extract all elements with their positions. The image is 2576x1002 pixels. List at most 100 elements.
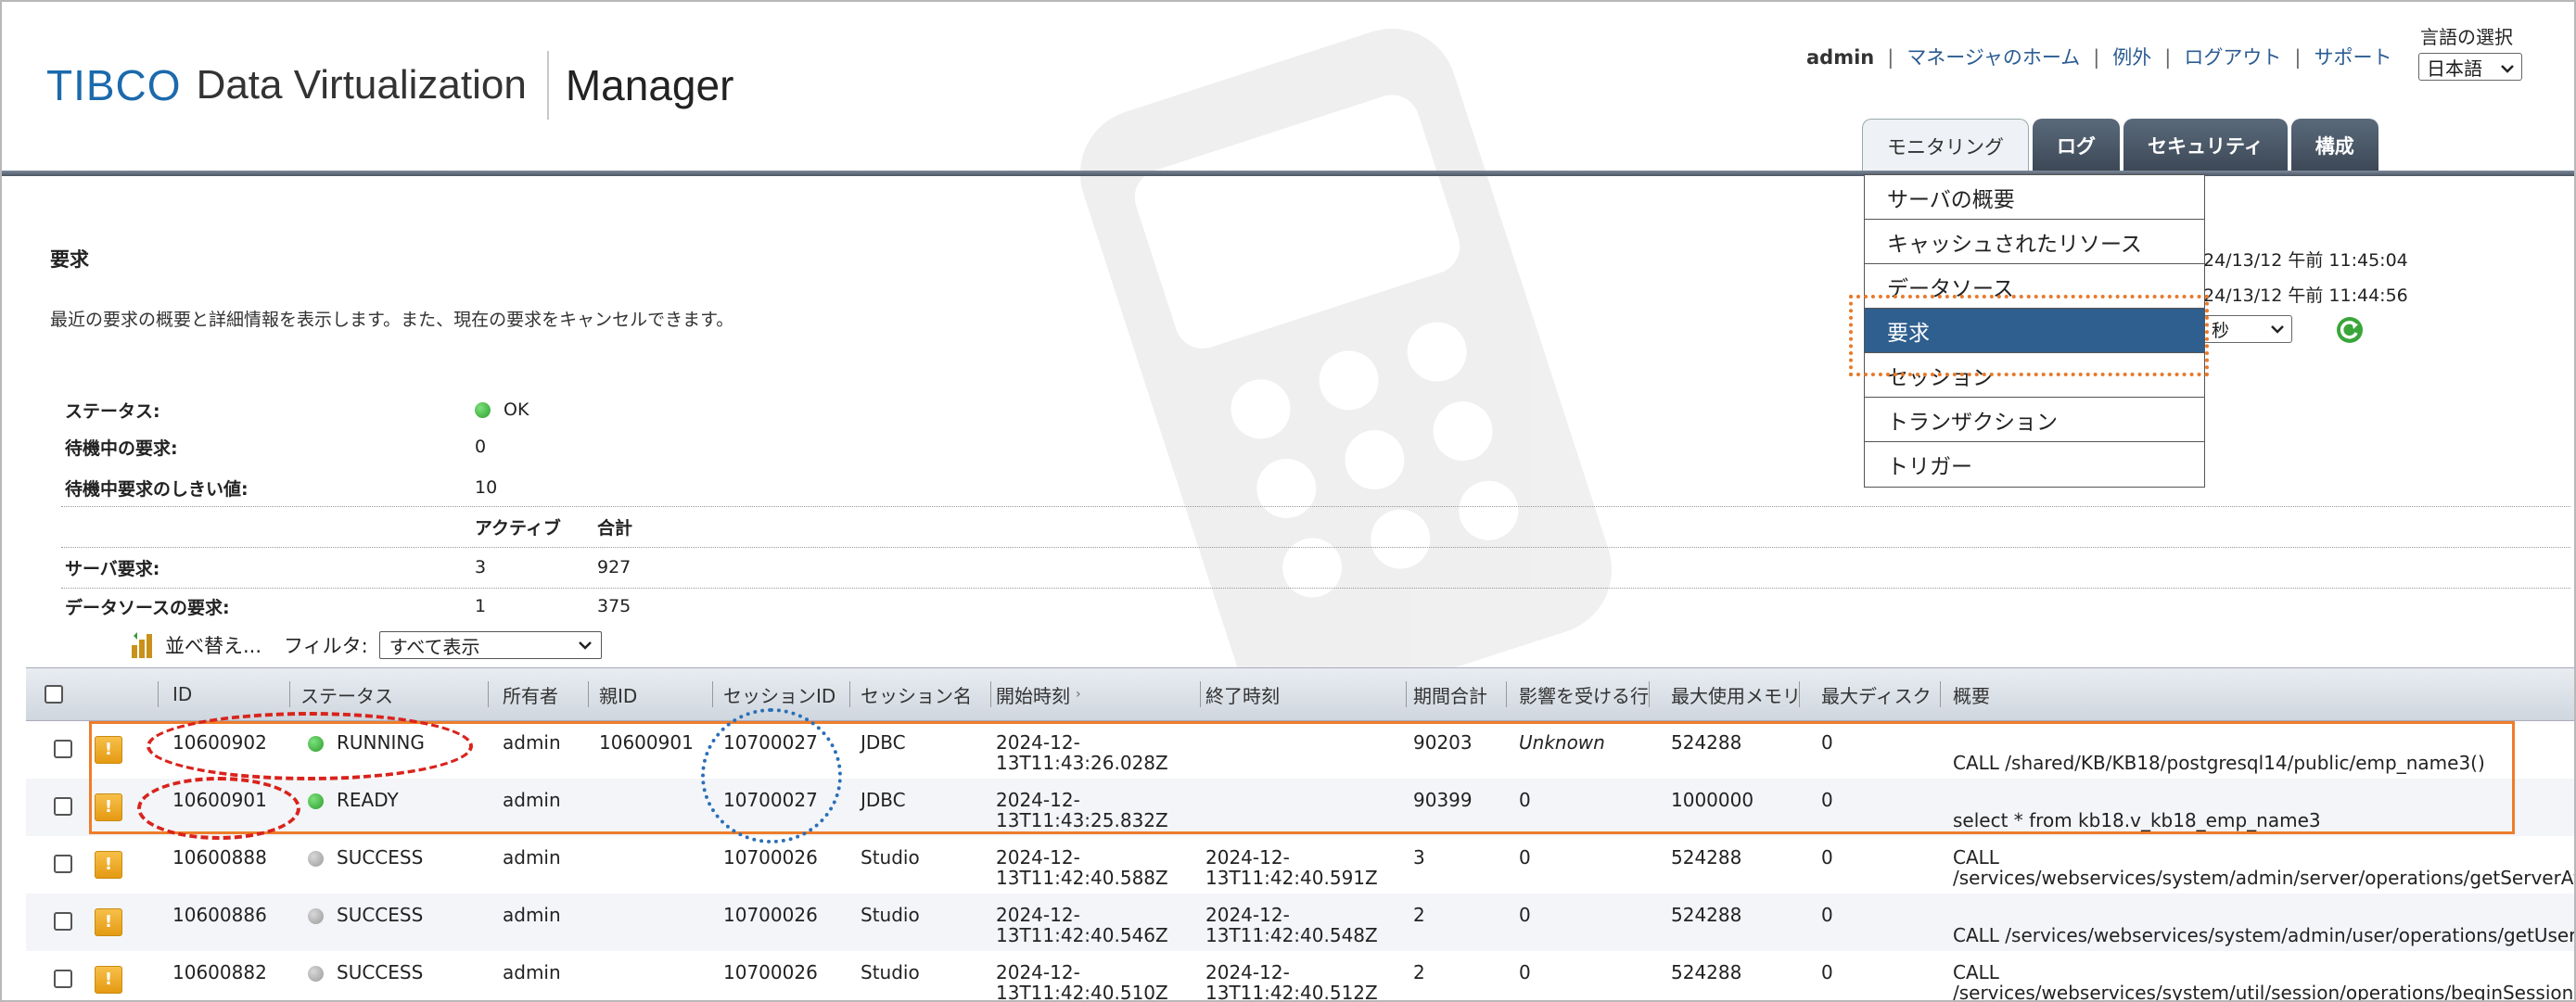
cell-status: SUCCESS bbox=[308, 905, 423, 925]
chevron-down-icon bbox=[2271, 325, 2284, 334]
menu-item-transactions[interactable]: トランザクション bbox=[1865, 398, 2204, 442]
cell-duration: 2 bbox=[1413, 961, 1425, 983]
column-header-end-time[interactable]: 終了時刻 bbox=[1205, 668, 1280, 720]
chevron-down-icon bbox=[2501, 56, 2514, 78]
refresh-interval-select[interactable]: 秒 bbox=[2203, 315, 2292, 343]
total-header: 合計 bbox=[597, 517, 633, 539]
language-value: 日本語 bbox=[2427, 57, 2482, 80]
language-label: 言語の選択 bbox=[2420, 26, 2513, 48]
support-link[interactable]: サポート bbox=[2314, 46, 2391, 69]
sort-icon[interactable] bbox=[128, 630, 159, 660]
server-requests-label: サーバ要求: bbox=[65, 558, 160, 579]
request-detail-icon[interactable]: ! bbox=[95, 966, 122, 994]
menu-item-server-overview[interactable]: サーバの概要 bbox=[1865, 175, 2204, 220]
table-row[interactable]: ! 10600888 admin 10700026 Studio 3 0 524288 0 SUC… bbox=[26, 836, 2574, 894]
column-header-duration[interactable]: 期間合計 bbox=[1413, 668, 1487, 720]
tab-monitoring[interactable]: モニタリング bbox=[1862, 119, 2029, 173]
cell-start-time: 2024-12- 13T11:42:40.588Z bbox=[996, 846, 1168, 889]
logout-link[interactable]: ログアウト bbox=[2184, 46, 2281, 69]
row-checkbox[interactable] bbox=[54, 855, 72, 873]
cell-session-id: 10700026 bbox=[723, 904, 818, 926]
refresh-icon[interactable] bbox=[2335, 315, 2365, 345]
menu-item-triggers[interactable]: トリガー bbox=[1865, 442, 2204, 487]
status-dot-icon bbox=[308, 966, 324, 982]
row-checkbox[interactable] bbox=[54, 797, 72, 816]
table-row[interactable]: ! 10600882 admin 10700026 Studio 2 0 524288 0 SUC… bbox=[26, 951, 2574, 1002]
server-requests-total: 927 bbox=[597, 557, 631, 577]
cell-owner: admin bbox=[503, 961, 561, 983]
cell-affected-rows: 0 bbox=[1519, 904, 1531, 926]
row-checkbox[interactable] bbox=[54, 970, 72, 988]
threshold-value: 10 bbox=[475, 477, 498, 498]
status-dot-icon bbox=[308, 851, 324, 867]
cell-end-time: 2024-12- 13T11:42:40.548Z bbox=[1205, 904, 1378, 946]
server-requests-active: 3 bbox=[475, 557, 487, 577]
page-title: 要求 bbox=[50, 248, 89, 271]
waiting-value: 0 bbox=[475, 437, 487, 457]
column-header-id[interactable]: ID bbox=[172, 668, 192, 720]
cell-session-name: Studio bbox=[861, 961, 920, 983]
cell-duration: 2 bbox=[1413, 904, 1425, 926]
tab-configuration[interactable]: 構成 bbox=[2290, 119, 2378, 172]
datasource-requests-active: 1 bbox=[475, 596, 487, 616]
logo-divider bbox=[546, 51, 549, 120]
session-id-highlight-annotation bbox=[701, 708, 842, 843]
tibco-logo: TIBCO bbox=[46, 61, 182, 109]
request-detail-icon[interactable]: ! bbox=[95, 908, 122, 936]
cell-session-id: 10700026 bbox=[723, 846, 818, 869]
id-status-highlight-annotation bbox=[147, 712, 473, 780]
status-ok-icon bbox=[475, 402, 491, 418]
cell-status: SUCCESS bbox=[308, 847, 423, 868]
tab-security[interactable]: セキュリティ bbox=[2123, 119, 2288, 172]
cell-duration: 3 bbox=[1413, 846, 1425, 869]
row-checkbox[interactable] bbox=[54, 912, 72, 931]
cell-summary: CALL/services/webservices/system/util/se… bbox=[1953, 961, 2574, 1002]
language-select[interactable]: 日本語 bbox=[2418, 53, 2522, 81]
request-detail-icon[interactable]: ! bbox=[95, 851, 122, 879]
cell-owner: admin bbox=[503, 846, 561, 869]
select-all-checkbox[interactable] bbox=[45, 685, 63, 704]
sort-button[interactable]: 並べ替え... bbox=[165, 631, 261, 659]
divider bbox=[61, 506, 2570, 507]
current-user: admin bbox=[1806, 46, 1875, 69]
app-logo: TIBCO Data Virtualization Manager bbox=[46, 51, 733, 120]
column-header-owner[interactable]: 所有者 bbox=[503, 668, 558, 720]
exceptions-link[interactable]: 例外 bbox=[2112, 46, 2151, 69]
column-header-max-disk[interactable]: 最大ディスク bbox=[1821, 668, 1932, 720]
cell-session-name: Studio bbox=[861, 904, 920, 926]
column-header-start-time[interactable]: 開始時刻 › bbox=[996, 668, 1081, 720]
menu-item-cached-resources[interactable]: キャッシュされたリソース bbox=[1865, 220, 2204, 264]
cell-max-memory: 524288 bbox=[1671, 846, 1742, 869]
cell-affected-rows: 0 bbox=[1519, 846, 1531, 869]
counts-header-row: アクティブ 合計 bbox=[61, 508, 2570, 545]
cell-session-id: 10700026 bbox=[723, 961, 818, 983]
cell-id: 10600888 bbox=[172, 846, 267, 869]
table-row[interactable]: ! 10600886 admin 10700026 Studio 2 0 524288 0 SUC… bbox=[26, 894, 2574, 951]
refresh-interval-value: 秒 bbox=[2212, 320, 2230, 341]
cell-max-disk: 0 bbox=[1821, 904, 1833, 926]
divider bbox=[61, 547, 2570, 548]
top-nav-links: admin | マネージャのホーム | 例外 | ログアウト | サポート bbox=[1806, 46, 2392, 69]
cell-max-memory: 524288 bbox=[1671, 904, 1742, 926]
cell-id: 10600882 bbox=[172, 961, 267, 983]
app-frame: TIBCO Data Virtualization Manager admin |… bbox=[0, 0, 2576, 1002]
cell-session-name: Studio bbox=[861, 846, 920, 869]
row-checkbox[interactable] bbox=[54, 740, 72, 758]
manager-home-link[interactable]: マネージャのホーム bbox=[1906, 46, 2080, 69]
status-value: OK bbox=[504, 400, 529, 420]
tab-log[interactable]: ログ bbox=[2033, 119, 2120, 172]
cell-owner: admin bbox=[503, 904, 561, 926]
cell-status: SUCCESS bbox=[308, 962, 423, 983]
column-header-affected-rows[interactable]: 影響を受ける行 bbox=[1519, 668, 1649, 720]
column-header-parent-id[interactable]: 親ID bbox=[599, 668, 637, 720]
column-header-summary[interactable]: 概要 bbox=[1953, 668, 1990, 720]
cell-id: 10600886 bbox=[172, 904, 267, 926]
column-header-session-name[interactable]: セッション名 bbox=[861, 668, 972, 720]
datasource-requests-label: データソースの要求: bbox=[65, 597, 230, 618]
sort-arrow-icon: › bbox=[1076, 687, 1081, 702]
column-header-max-memory[interactable]: 最大使用メモリ bbox=[1671, 668, 1801, 720]
language-selector: 言語の選択 日本語 bbox=[2405, 22, 2528, 81]
grid-header: ID ステータス 所有者 親ID セッションID セッション名 開始時刻 › 終了… bbox=[26, 667, 2574, 721]
cell-max-memory: 524288 bbox=[1671, 961, 1742, 983]
filter-select[interactable]: すべて表示 bbox=[378, 631, 602, 659]
